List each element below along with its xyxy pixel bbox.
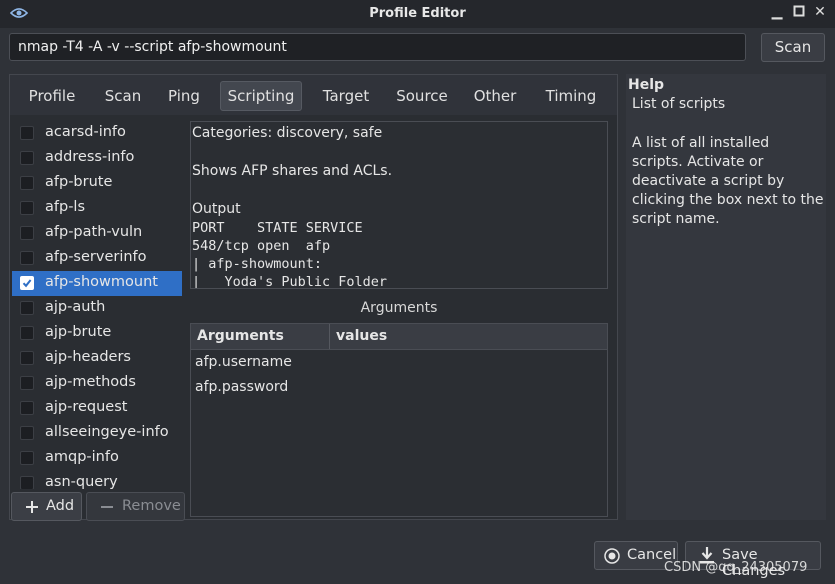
tab-other[interactable]: Other [468,81,522,111]
script-name: afp-serverinfo [45,249,147,265]
output-label: Output [192,201,241,217]
script-name: address-info [45,149,135,165]
script-checkbox[interactable] [20,251,34,265]
arguments-title: Arguments [360,300,438,316]
checkmark-icon [22,279,32,288]
script-checkbox[interactable] [20,351,34,365]
script-checkbox-checked[interactable] [20,276,34,290]
list-item[interactable]: amqp-info [12,446,182,471]
cancel-icon [604,548,620,564]
table-row[interactable]: afp.password [195,379,288,395]
script-checkbox[interactable] [20,476,34,489]
tab-source[interactable]: Source [392,81,452,111]
script-name: afp-showmount [45,274,158,290]
list-item[interactable]: ajp-auth [12,296,182,321]
profile-panel: Profile Scan Ping Scripting Target Sourc… [9,74,618,521]
list-item[interactable]: allseeingeye-info [12,421,182,446]
tab-bar: Profile Scan Ping Scripting Target Sourc… [10,75,617,115]
remove-label: Remove [122,498,181,514]
remove-button[interactable]: Remove [86,492,185,521]
script-name: acarsd-info [45,124,126,140]
script-checkbox[interactable] [20,451,34,465]
arguments-table[interactable]: Arguments values afp.username afp.passwo… [190,323,608,517]
script-checkbox[interactable] [20,226,34,240]
script-summary: Shows AFP shares and ACLs. [192,163,393,179]
script-checkbox[interactable] [20,201,34,215]
script-name: ajp-request [45,399,128,415]
output-line: | afp-showmount: [192,256,323,272]
script-checkbox[interactable] [20,326,34,340]
output-line: | Yoda's Public Folder [192,274,388,289]
plus-icon [26,501,38,513]
script-name: asn-query [45,474,118,489]
script-name: afp-brute [45,174,113,190]
watermark: CSDN @qq_24305079 [664,560,808,575]
script-description: Categories: discovery, safe Shows AFP sh… [190,121,608,289]
column-header-arguments[interactable]: Arguments [197,328,284,344]
command-input[interactable]: nmap -T4 -A -v --script afp-showmount [9,33,746,61]
scan-button[interactable]: Scan [761,33,825,62]
help-subtitle: List of scripts [632,96,726,112]
tab-target[interactable]: Target [315,81,377,111]
output-line: 548/tcp open afp [192,238,331,254]
script-checkbox[interactable] [20,426,34,440]
script-checkbox[interactable] [20,376,34,390]
minimize-icon[interactable]: ▁ [770,5,784,19]
table-row[interactable]: afp.username [195,354,292,370]
arguments-header: Arguments values [191,324,607,350]
script-checkbox[interactable] [20,126,34,140]
close-icon[interactable]: ✕ [813,5,827,19]
list-item[interactable]: asn-query [12,471,182,489]
tab-ping[interactable]: Ping [162,81,206,111]
tab-timing[interactable]: Timing [538,81,604,111]
script-name: amqp-info [45,449,119,465]
list-item[interactable]: address-info [12,146,182,171]
add-label: Add [46,498,75,514]
maximize-icon[interactable] [792,5,806,19]
list-item-selected[interactable]: afp-showmount [12,271,182,296]
script-name: afp-ls [45,199,86,215]
list-item[interactable]: ajp-brute [12,321,182,346]
help-panel: Help List of scripts A list of all insta… [626,74,826,520]
script-checkbox[interactable] [20,301,34,315]
script-checkbox[interactable] [20,401,34,415]
script-checkbox[interactable] [20,151,34,165]
script-name: ajp-auth [45,299,106,315]
list-item[interactable]: ajp-headers [12,346,182,371]
list-item[interactable]: afp-path-vuln [12,221,182,246]
minus-icon [101,506,113,508]
script-checkbox[interactable] [20,176,34,190]
help-text: A list of all installed scripts. Activat… [632,135,824,227]
tab-scripting[interactable]: Scripting [220,81,302,111]
output-line: PORT STATE SERVICE [192,220,363,236]
list-item[interactable]: afp-ls [12,196,182,221]
script-name: ajp-methods [45,374,136,390]
list-item[interactable]: ajp-methods [12,371,182,396]
tab-scan[interactable]: Scan [98,81,148,111]
script-list[interactable]: acarsd-info address-info afp-brute afp-l… [12,119,192,489]
script-categories: Categories: discovery, safe [192,125,383,141]
script-name: afp-path-vuln [45,224,143,240]
add-button[interactable]: Add [11,492,82,521]
tab-profile[interactable]: Profile [21,81,83,111]
list-item[interactable]: afp-serverinfo [12,246,182,271]
list-item[interactable]: acarsd-info [12,121,182,146]
script-name: allseeingeye-info [45,424,169,440]
window-title: Profile Editor [369,6,466,21]
list-item[interactable]: afp-brute [12,171,182,196]
help-title: Help [628,77,665,93]
list-item[interactable]: ajp-request [12,396,182,421]
script-name: ajp-headers [45,349,131,365]
column-header-values[interactable]: values [336,328,387,344]
title-bar: Profile Editor ▁ ✕ [0,0,835,28]
script-name: ajp-brute [45,324,112,340]
